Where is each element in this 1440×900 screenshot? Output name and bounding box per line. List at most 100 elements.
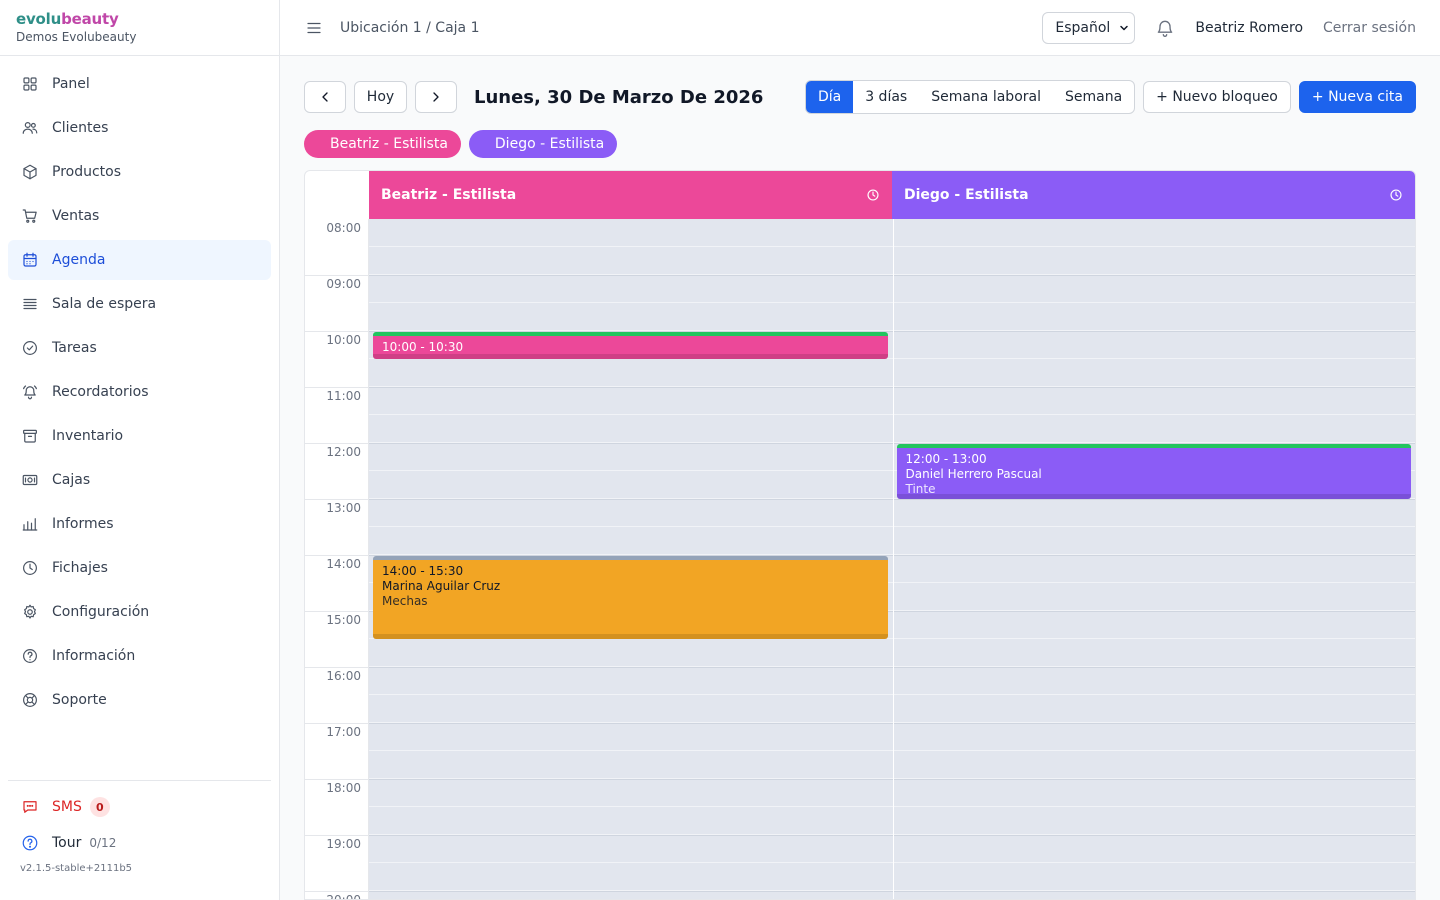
tour-link[interactable]: Tour 0/12 bbox=[8, 825, 271, 861]
cart-icon bbox=[20, 206, 40, 226]
hour-divider bbox=[305, 275, 369, 276]
sidebar-item-label: Soporte bbox=[52, 692, 107, 708]
sidebar-nav: Panel Clientes Productos Ventas Agenda Sala d… bbox=[0, 56, 279, 720]
hour-divider bbox=[305, 779, 369, 780]
clock-icon[interactable] bbox=[866, 188, 880, 202]
gear-icon bbox=[20, 602, 40, 622]
appointment-time: 10:00 - 10:30 bbox=[382, 340, 464, 354]
staff-column-name: Beatriz - Estilista bbox=[381, 187, 517, 203]
sidebar-item-label: Tareas bbox=[52, 340, 97, 356]
time-label: 11:00 bbox=[326, 389, 361, 403]
calendar-icon bbox=[20, 250, 40, 270]
app-version: v2.1.5-stable+2111b5 bbox=[20, 863, 133, 874]
users-icon bbox=[20, 118, 40, 138]
time-label: 12:00 bbox=[326, 445, 361, 459]
new-block-button[interactable]: + Nuevo bloqueo bbox=[1143, 81, 1291, 113]
brand: evolubeauty Demos Evolubeauty bbox=[0, 0, 279, 56]
cash-icon bbox=[20, 470, 40, 490]
user-name[interactable]: Beatriz Romero bbox=[1195, 20, 1303, 36]
current-date-title: Lunes, 30 De Marzo De 2026 bbox=[474, 86, 764, 108]
column-divider bbox=[892, 219, 894, 899]
sidebar-item-productos[interactable]: Productos bbox=[8, 152, 271, 192]
hour-divider bbox=[305, 331, 369, 332]
sms-link[interactable]: SMS 0 bbox=[8, 789, 271, 825]
staff-column-name: Diego - Estilista bbox=[904, 187, 1029, 203]
sidebar-item-tareas[interactable]: Tareas bbox=[8, 328, 271, 368]
sidebar-item-recordatorios[interactable]: Recordatorios bbox=[8, 372, 271, 412]
time-label: 18:00 bbox=[326, 781, 361, 795]
hour-divider bbox=[305, 835, 369, 836]
menu-icon[interactable] bbox=[304, 18, 324, 38]
new-appointment-button[interactable]: + Nueva cita bbox=[1298, 81, 1416, 113]
sidebar-item-informes[interactable]: Informes bbox=[8, 504, 271, 544]
sidebar-item-label: Configuración bbox=[52, 604, 150, 620]
logout-link[interactable]: Cerrar sesión bbox=[1323, 20, 1416, 36]
hour-divider bbox=[305, 891, 369, 892]
grid-icon bbox=[20, 74, 40, 94]
clock-icon[interactable] bbox=[1389, 188, 1403, 202]
time-label: 09:00 bbox=[326, 277, 361, 291]
bar-chart-icon bbox=[20, 514, 40, 534]
business-name: Demos Evolubeauty bbox=[16, 30, 137, 44]
staff-chip[interactable]: Diego - Estilista bbox=[468, 130, 618, 158]
app-logo[interactable]: evolubeauty bbox=[16, 9, 263, 29]
next-day-button[interactable] bbox=[415, 81, 457, 113]
bell-ring-icon bbox=[20, 382, 40, 402]
hour-divider bbox=[305, 723, 369, 724]
check-circle-icon bbox=[20, 338, 40, 358]
sidebar-item-agenda[interactable]: Agenda bbox=[8, 240, 271, 280]
calendar-grid[interactable]: 10:00 - 10:30 12:00 - 13:00 Daniel Herrero… bbox=[369, 219, 1415, 899]
chat-icon bbox=[20, 797, 40, 817]
sidebar-item-panel[interactable]: Panel bbox=[8, 64, 271, 104]
logo-part-b: beauty bbox=[61, 10, 119, 28]
appointment-block[interactable]: 12:00 - 13:00 Daniel Herrero Pascual Tinte bbox=[896, 444, 1411, 499]
hour-divider bbox=[305, 387, 369, 388]
sidebar-item-label: Ventas bbox=[52, 208, 100, 224]
box-icon bbox=[20, 162, 40, 182]
sidebar-item-label: Productos bbox=[52, 164, 122, 180]
view-option[interactable]: Día bbox=[805, 81, 854, 113]
time-label: 15:00 bbox=[326, 613, 361, 627]
tour-progress: 0/12 bbox=[89, 836, 117, 850]
help-circle-icon bbox=[20, 833, 40, 853]
sidebar-item-soporte[interactable]: Soporte bbox=[8, 680, 271, 720]
appointment-client: Daniel Herrero Pascual bbox=[905, 467, 1042, 481]
sidebar-item-label: Cajas bbox=[52, 472, 91, 488]
time-label: 19:00 bbox=[326, 837, 361, 851]
time-label: 14:00 bbox=[326, 557, 361, 571]
sidebar-item-inventario[interactable]: Inventario bbox=[8, 416, 271, 456]
view-option[interactable]: 3 días bbox=[853, 81, 919, 113]
hour-divider bbox=[305, 499, 369, 500]
staff-column-header: Beatriz - Estilista bbox=[369, 171, 892, 219]
logo-part-a: evolu bbox=[16, 10, 62, 28]
sidebar-item-label: Información bbox=[52, 648, 136, 664]
time-axis: 08:00 09:00 10:00 11:00 12:00 13:00 14:00 15:00… bbox=[305, 219, 369, 899]
sidebar-item-label: Panel bbox=[52, 76, 90, 92]
lifebuoy-icon bbox=[20, 690, 40, 710]
sidebar-item-clientes[interactable]: Clientes bbox=[8, 108, 271, 148]
sidebar-item-información[interactable]: Información bbox=[8, 636, 271, 676]
sidebar-item-cajas[interactable]: Cajas bbox=[8, 460, 271, 500]
view-option[interactable]: Semana laboral bbox=[919, 81, 1053, 113]
stack-icon bbox=[20, 294, 40, 314]
sidebar-item-label: Sala de espera bbox=[52, 296, 157, 312]
view-option[interactable]: Semana bbox=[1053, 81, 1134, 113]
sidebar-item-ventas[interactable]: Ventas bbox=[8, 196, 271, 236]
prev-day-button[interactable] bbox=[304, 81, 346, 113]
language-select[interactable]: Español bbox=[1042, 11, 1136, 44]
staff-filter: Beatriz - Estilista Diego - Estilista bbox=[304, 130, 625, 158]
sidebar-item-configuración[interactable]: Configuración bbox=[8, 592, 271, 632]
staff-chip[interactable]: Beatriz - Estilista bbox=[304, 130, 461, 158]
sidebar-footer: SMS 0 Tour 0/12 v2.1.5-stable+2111b5 bbox=[8, 780, 271, 874]
bell-icon[interactable] bbox=[1155, 18, 1175, 38]
sidebar-item-label: Informes bbox=[52, 516, 114, 532]
sidebar-item-fichajes[interactable]: Fichajes bbox=[8, 548, 271, 588]
sidebar-item-sala-de-espera[interactable]: Sala de espera bbox=[8, 284, 271, 324]
appointment-block[interactable]: 10:00 - 10:30 bbox=[373, 332, 888, 359]
calendar-header: Beatriz - Estilista Diego - Estilista bbox=[369, 171, 1415, 219]
clock-icon bbox=[20, 558, 40, 578]
chevron-down-icon bbox=[1120, 25, 1129, 30]
today-button[interactable]: Hoy bbox=[354, 81, 407, 113]
appointment-block[interactable]: 14:00 - 15:30 Marina Aguilar Cruz Mechas bbox=[373, 556, 888, 639]
time-label: 16:00 bbox=[326, 669, 361, 683]
